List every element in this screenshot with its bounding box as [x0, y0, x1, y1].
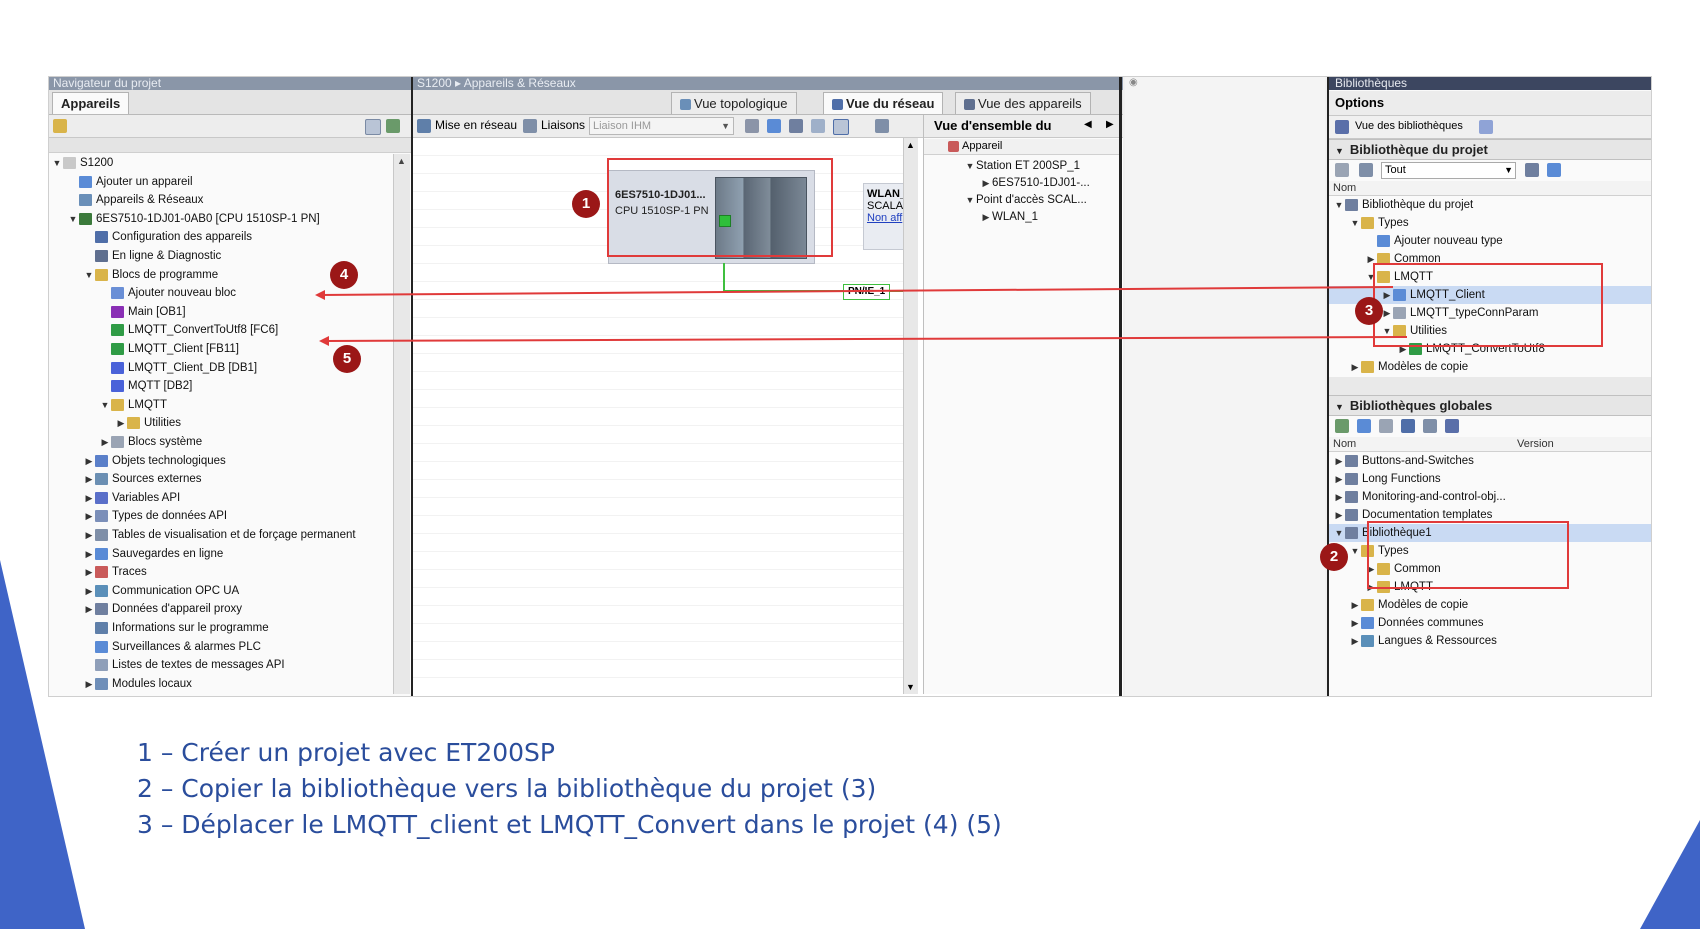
- caption-step-2: 2 – Copier la bibliothèque vers la bibli…: [137, 774, 877, 803]
- caption-step-3: 3 – Déplacer le LMQTT_client et LMQTT_Co…: [137, 810, 1002, 839]
- step-badge-5: 5: [333, 345, 361, 373]
- caption-step-1: 1 – Créer un projet avec ET200SP: [137, 738, 555, 767]
- arrow-5: [324, 336, 1408, 342]
- step-badge-2: 2: [1320, 543, 1348, 571]
- arrow-5-head-icon: [319, 336, 329, 346]
- drag-arrows: [315, 286, 1408, 346]
- step-badge-1: 1: [572, 190, 600, 218]
- arrow-4-head-icon: [315, 290, 325, 300]
- step-badge-3: 3: [1355, 297, 1383, 325]
- tia-portal-screenshot: Navigateur du projet Appareils ▼ S1200 Ajo…: [48, 76, 1652, 697]
- arrow-4: [320, 286, 1394, 296]
- step-badge-4: 4: [330, 261, 358, 289]
- decor-triangle-right: [1640, 820, 1700, 929]
